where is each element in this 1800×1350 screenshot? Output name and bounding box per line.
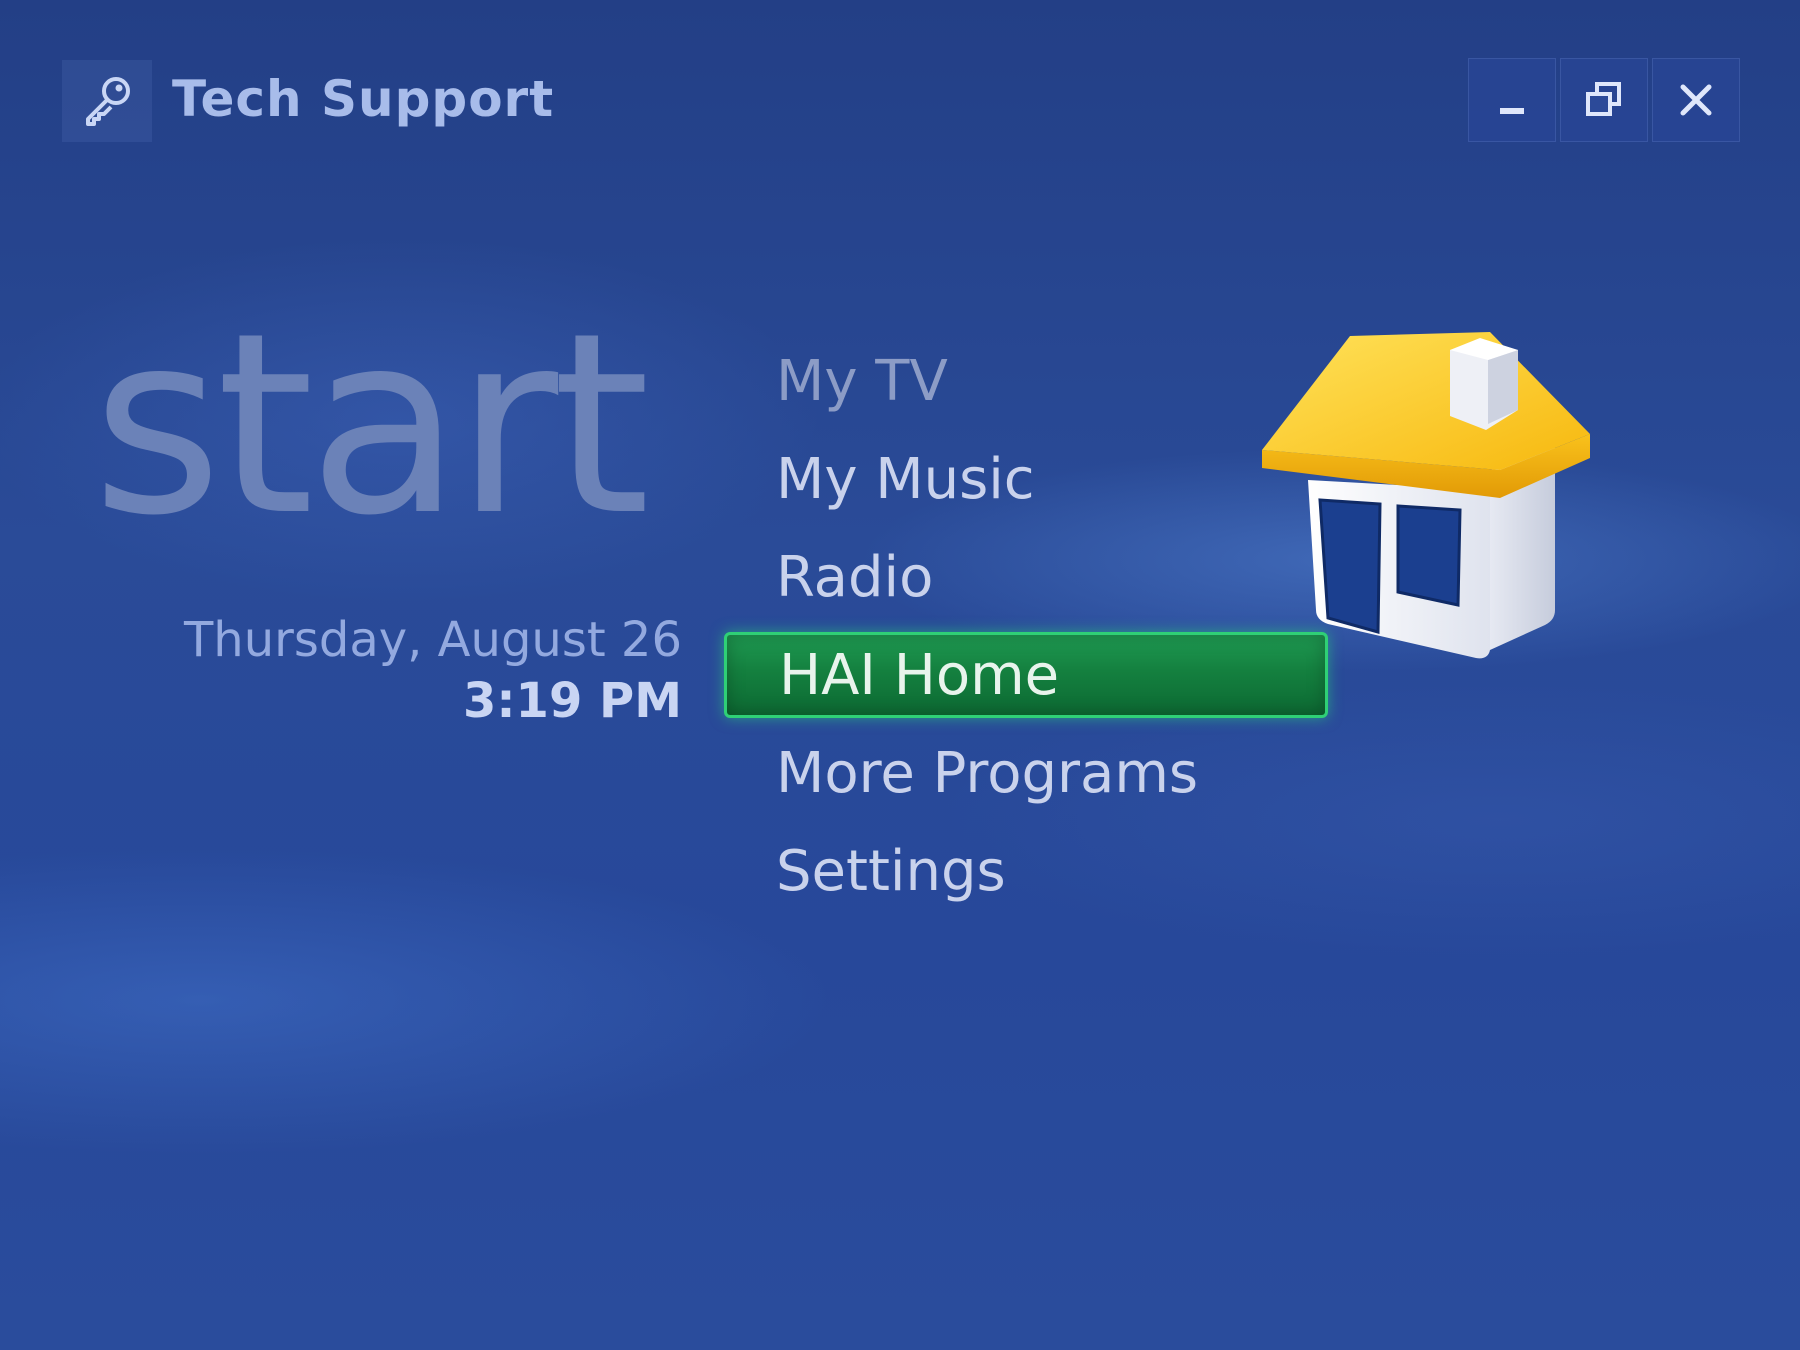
- menu-item-hai-home[interactable]: HAI Home: [724, 632, 1328, 718]
- restore-icon: [1586, 82, 1621, 116]
- menu-item-label: More Programs: [776, 740, 1199, 806]
- start-heading: start: [92, 279, 650, 570]
- minimize-button[interactable]: [1468, 58, 1556, 142]
- minimize-icon: [1500, 108, 1524, 114]
- menu-item-settings[interactable]: Settings: [724, 822, 1328, 920]
- menu-item-my-tv[interactable]: My TV: [724, 332, 1328, 430]
- menu-item-label: My Music: [776, 446, 1035, 512]
- menu-item-label: My TV: [776, 348, 948, 414]
- restore-button[interactable]: [1560, 58, 1648, 142]
- menu-item-radio[interactable]: Radio: [724, 528, 1328, 626]
- house-icon: [1262, 332, 1590, 659]
- menu-item-my-music[interactable]: My Music: [724, 430, 1328, 528]
- menu-item-more-programs[interactable]: More Programs: [724, 724, 1328, 822]
- start-menu: My TV My Music Radio HAI Home More Progr…: [724, 332, 1328, 920]
- key-icon: [86, 77, 130, 126]
- app-icon-tile: [62, 60, 152, 142]
- current-time: 3:19 PM: [462, 673, 682, 729]
- menu-item-label: HAI Home: [779, 642, 1060, 708]
- window-controls: [1468, 58, 1740, 142]
- menu-item-label: Settings: [776, 838, 1006, 904]
- close-icon: [1680, 84, 1712, 116]
- current-date: Thursday, August 26: [183, 612, 682, 668]
- menu-item-label: Radio: [776, 544, 934, 610]
- close-button[interactable]: [1652, 58, 1740, 142]
- app-title: Tech Support: [172, 70, 555, 128]
